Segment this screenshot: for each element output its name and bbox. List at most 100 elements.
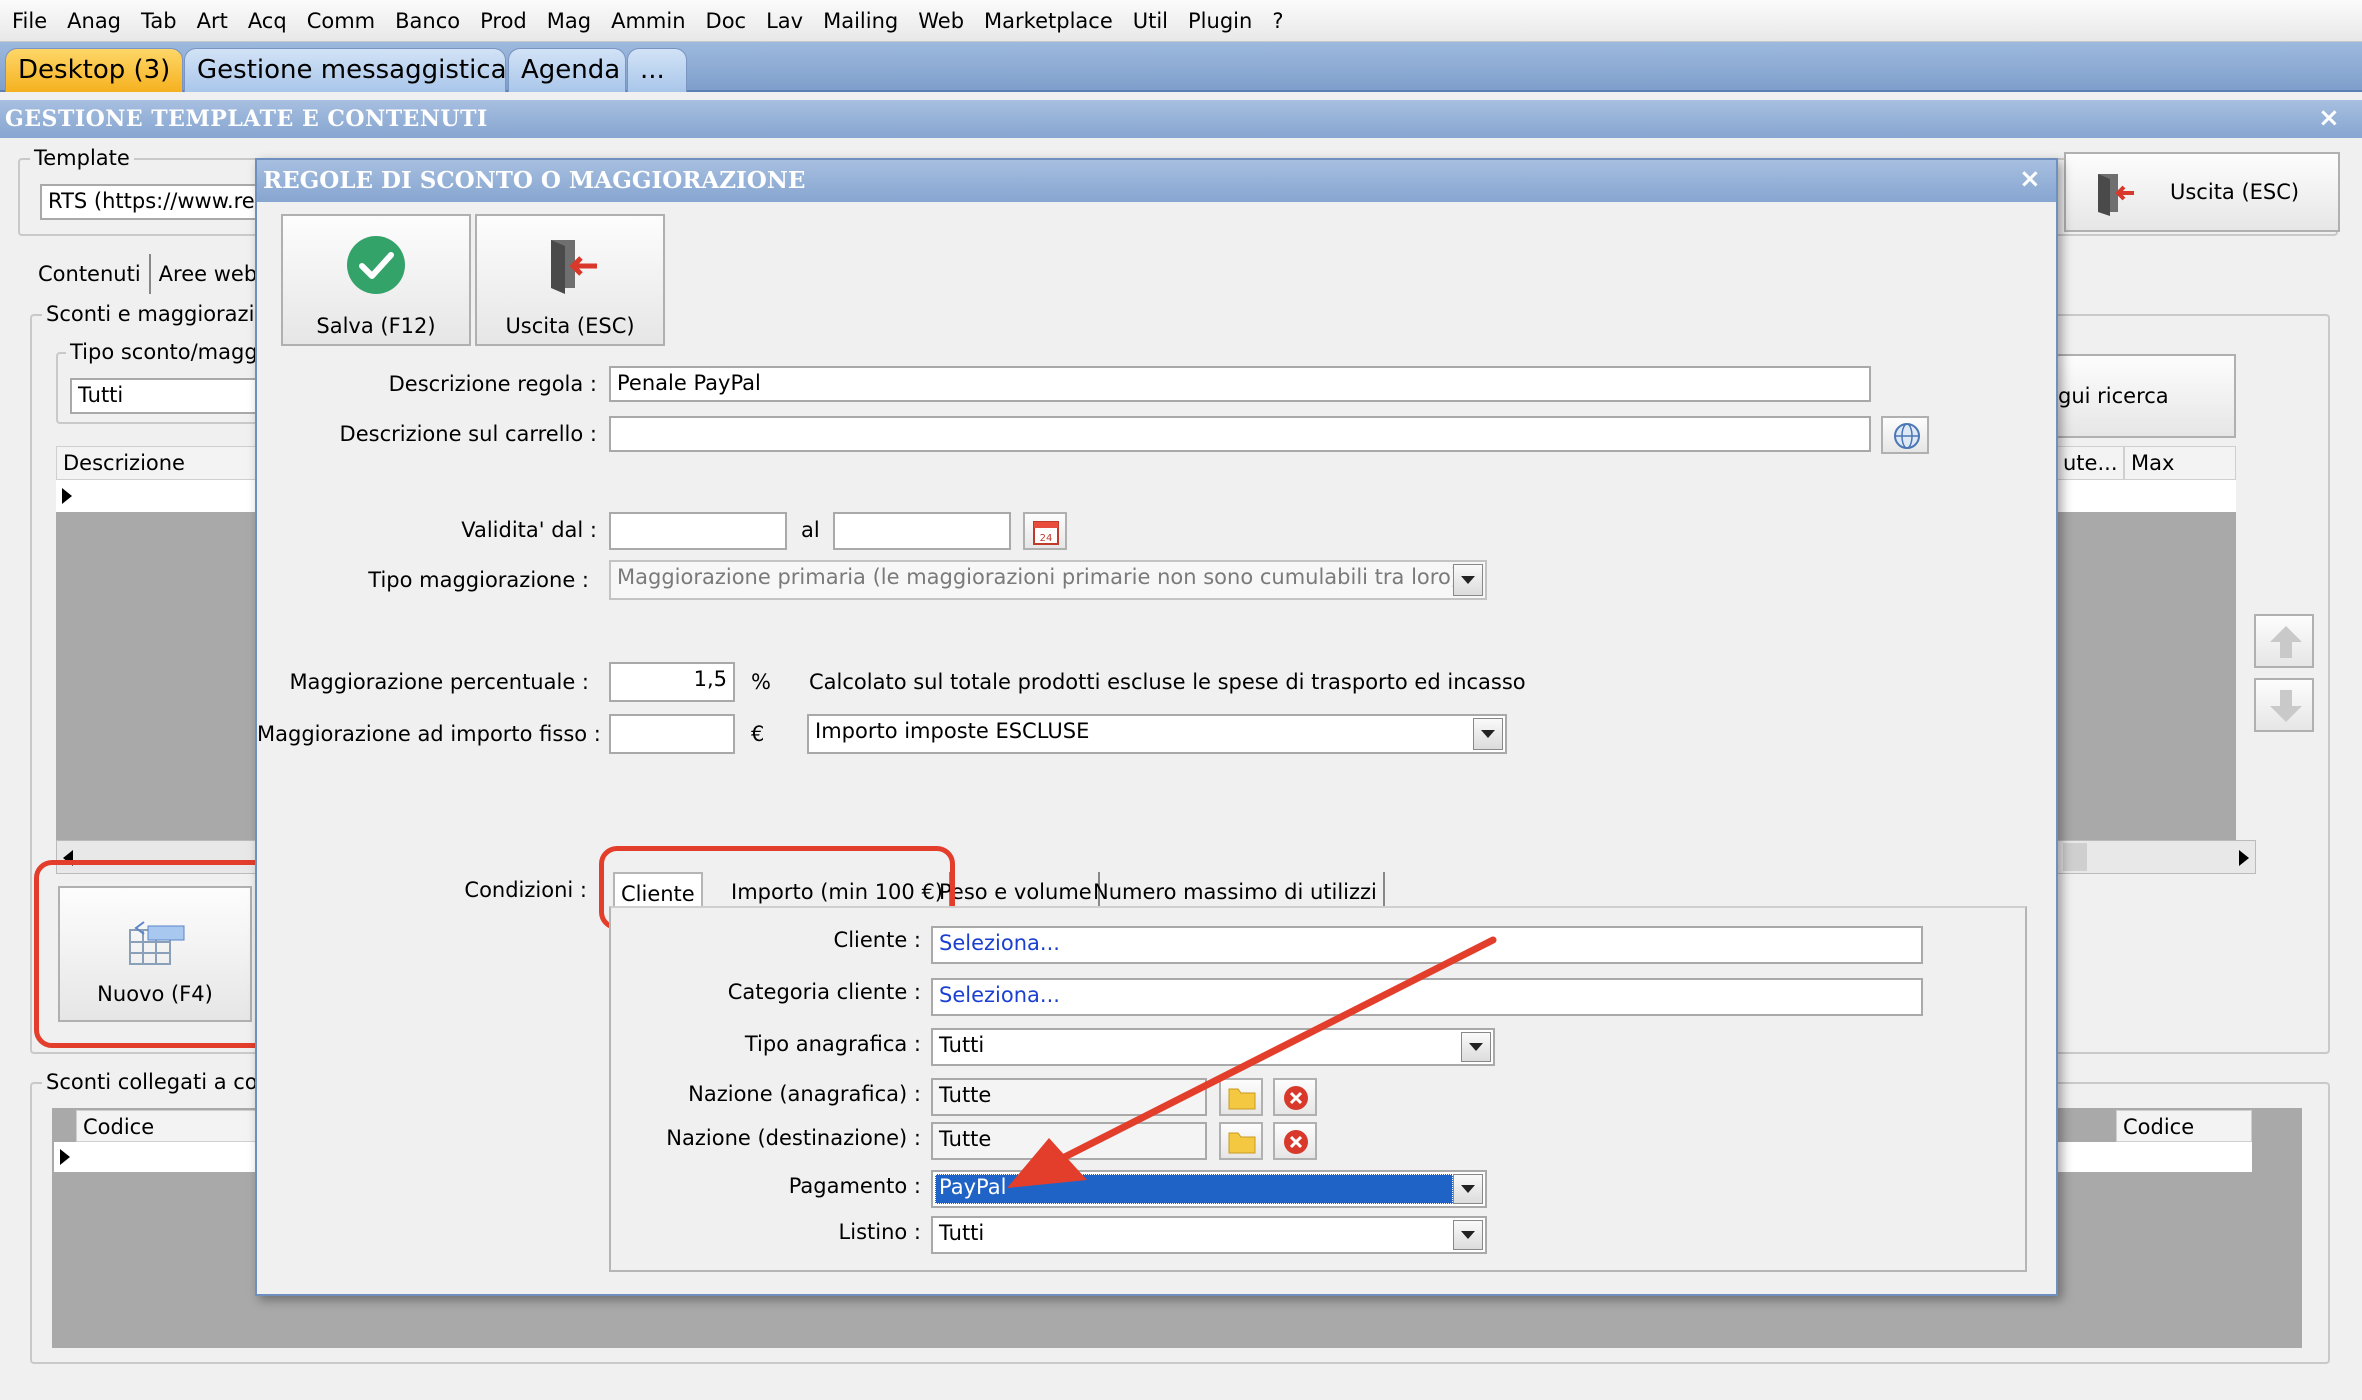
dropdown-arrow-icon[interactable] [1453,1220,1483,1250]
main-window-title: GESTIONE TEMPLATE E CONTENUTI [0,100,2362,138]
validita-dal-field[interactable] [609,512,787,550]
condizioni-label: Condizioni : [464,878,587,902]
esegui-ricerca-label: gui ricerca [2058,384,2169,408]
validita-label: Validita' dal : [461,518,597,542]
grid-col-ute[interactable]: ute... [2056,446,2124,480]
collegati-group-label: Sconti collegati a cond [42,1070,289,1094]
menu-item-web[interactable]: Web [914,9,980,33]
nazione-anagrafica-label: Nazione (anagrafica) : [688,1082,921,1106]
grid-col-max-utilizzi[interactable]: Max utilizzi [2124,446,2236,507]
salva-label: Salva (F12) [316,314,436,338]
grid-row[interactable] [56,480,256,512]
menu-item-prod[interactable]: Prod [476,9,543,33]
tipo-maggiorazione-label: Tipo maggiorazione : [368,568,589,592]
grid2-row-right[interactable] [2056,1142,2252,1172]
scroll-thumb[interactable] [2063,843,2087,871]
move-up-button[interactable] [2254,614,2314,668]
listino-label: Listino : [838,1220,921,1244]
descrizione-regola-label: Descrizione regola : [388,372,597,396]
tipo-maggiorazione-value: Maggiorazione primaria (le maggiorazioni… [617,565,1459,589]
main-close-icon[interactable]: × [2318,105,2340,131]
dropdown-arrow-icon[interactable] [1473,718,1503,750]
percent-unit: % [751,670,771,694]
magg-percentuale-label: Maggiorazione percentuale : [289,670,589,694]
menu-item-help[interactable]: ? [1268,9,1299,33]
menu-item-mailing[interactable]: Mailing [819,9,914,33]
calendar-icon: 24 [1033,521,1059,545]
tipo-maggiorazione-select[interactable]: Maggiorazione primaria (le maggiorazioni… [609,560,1487,600]
descrizione-regola-field[interactable]: Penale PayPal [609,366,1871,402]
dialog-uscita-label: Uscita (ESC) [505,314,635,338]
menu-item-comm[interactable]: Comm [303,9,391,33]
nazione-destinazione-label: Nazione (destinazione) : [666,1126,921,1150]
sconti-group-label: Sconti e maggiorazion [42,302,285,326]
tipo-field[interactable]: Tutti [70,378,270,414]
calcolato-note: Calcolato sul totale prodotti escluse le… [809,670,1526,694]
menu-item-util[interactable]: Util [1129,9,1184,33]
validita-al-field[interactable] [833,512,1011,550]
subtab-aree-web[interactable]: Aree web [151,254,265,294]
tipo-anagrafica-value: Tutti [939,1033,985,1057]
dialog-title-bar: REGOLE DI SCONTO O MAGGIORAZIONE [257,160,2056,202]
tab-more[interactable]: ... [627,48,687,92]
check-icon [347,236,405,294]
main-subtabs: Contenuti Aree web [22,254,265,294]
menu-item-anag[interactable]: Anag [63,9,137,33]
arrow-up-icon [2270,626,2302,658]
tipo-anagrafica-label: Tipo anagrafica : [744,1032,921,1056]
grid2-col-codice-right[interactable]: Codice [2116,1110,2252,1142]
dropdown-arrow-icon[interactable] [1453,564,1483,596]
esegui-ricerca-button[interactable]: gui ricerca [2056,354,2236,438]
main-uscita-button[interactable]: Uscita (ESC) [2064,152,2340,232]
salva-button[interactable]: Salva (F12) [281,214,471,346]
pagamento-label: Pagamento : [788,1174,921,1198]
move-down-button[interactable] [2254,678,2314,732]
exit-door-icon [551,240,597,294]
menu-item-doc[interactable]: Doc [702,9,763,33]
imposte-value: Importo imposte ESCLUSE [815,719,1090,743]
menu-item-banco[interactable]: Banco [391,9,476,33]
menu-item-lav[interactable]: Lav [762,9,819,33]
magg-percentuale-field[interactable]: 1,5 [609,662,735,702]
main-title-text: GESTIONE TEMPLATE E CONTENUTI [5,106,488,132]
listino-select[interactable]: Tutti [931,1216,1487,1254]
menu-item-file[interactable]: File [8,9,63,33]
annotation-highlight-nuovo [34,860,284,1048]
dialog-uscita-button[interactable]: Uscita (ESC) [475,214,665,346]
tab-desktop[interactable]: Desktop (3) [5,48,183,92]
subtab-contenuti[interactable]: Contenuti [22,254,151,294]
menu-item-tab[interactable]: Tab [137,9,193,33]
menu-item-plugin[interactable]: Plugin [1184,9,1268,33]
dialog-close-icon[interactable]: × [2019,166,2041,192]
template-label: Template [30,146,134,170]
imposte-select[interactable]: Importo imposte ESCLUSE [807,714,1507,754]
listino-value: Tutti [939,1221,985,1245]
categoria-cliente-label: Categoria cliente : [727,980,921,1004]
descrizione-carrello-field[interactable] [609,416,1871,452]
arrow-down-icon [2270,690,2302,722]
menu-item-art[interactable]: Art [193,9,244,33]
grid2-col-codice[interactable]: Codice [76,1110,256,1142]
regole-dialog: REGOLE DI SCONTO O MAGGIORAZIONE × Salva… [255,158,2058,1296]
tab-gestione-messaggistica[interactable]: Gestione messaggistica [184,48,507,92]
menu-bar: File Anag Tab Art Acq Comm Banco Prod Mag Ammin Do… [0,0,2362,42]
menu-item-mag[interactable]: Mag [543,9,607,33]
calendar-button[interactable]: 24 [1023,512,1067,550]
grid2-row[interactable] [54,1142,256,1172]
row-pointer-icon [60,1149,70,1165]
tab-agenda[interactable]: Agenda [508,48,626,92]
grid-row-right[interactable] [2056,480,2236,512]
menu-item-ammin[interactable]: Ammin [607,9,701,33]
svg-text:24: 24 [1040,533,1053,544]
grid-hscrollbar-right[interactable] [2056,840,2256,874]
magg-fisso-field[interactable] [609,714,735,754]
euro-unit: € [751,722,765,746]
template-field[interactable]: RTS (https://www.rea [40,184,270,220]
dialog-title: REGOLE DI SCONTO O MAGGIORAZIONE [263,167,806,194]
grid-col-descrizione[interactable]: Descrizione [56,446,256,480]
scroll-right-icon[interactable] [2239,850,2249,866]
menu-item-marketplace[interactable]: Marketplace [980,9,1129,33]
tipo-group-label: Tipo sconto/maggio [66,340,281,364]
translate-button[interactable] [1881,416,1929,454]
menu-item-acq[interactable]: Acq [244,9,303,33]
